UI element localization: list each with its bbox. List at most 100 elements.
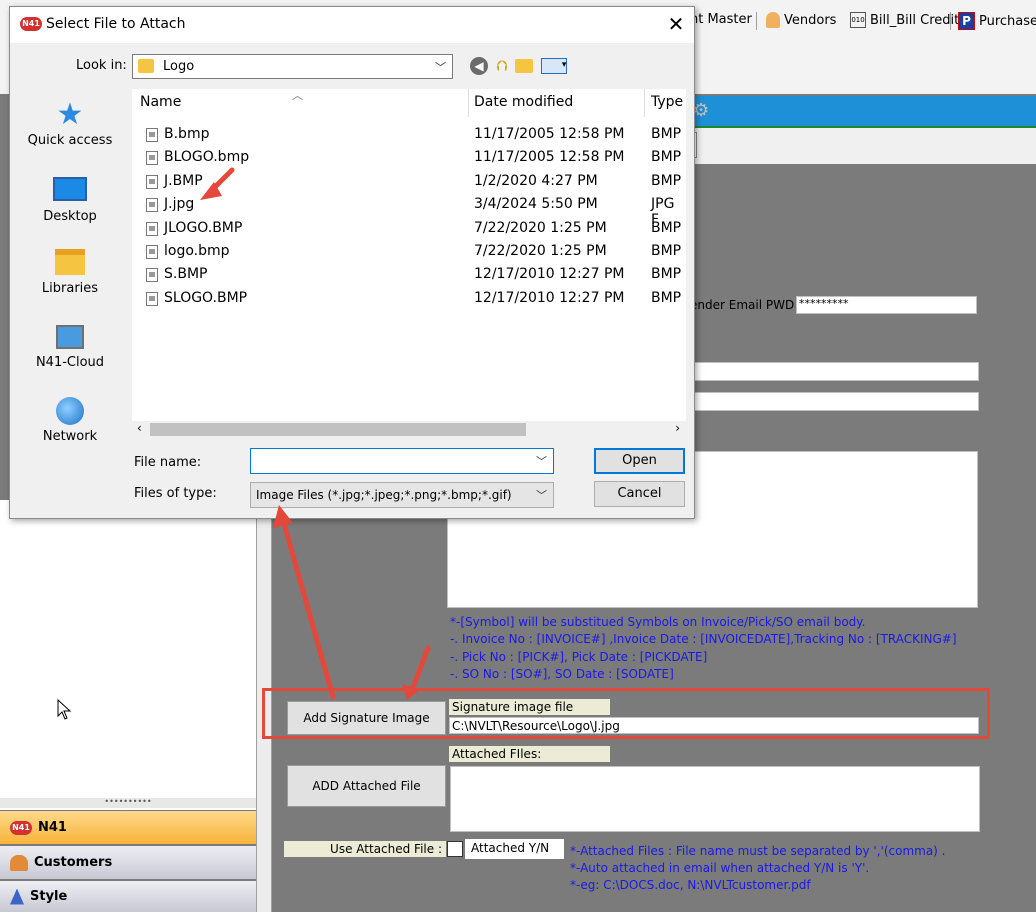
file-type: BMP [651,219,682,236]
gear-icon[interactable]: ⚙ [693,100,717,122]
file-row[interactable]: BLOGO.bmp 11/17/2005 12:58 PM BMP [132,147,686,170]
column-header-date[interactable]: Date modified [474,94,573,110]
file-date: 11/17/2005 12:58 PM [474,126,625,142]
toolbar-item-vendors[interactable]: Vendors [766,12,836,28]
look-in-label: Look in: [76,58,127,73]
places-bar: ★ Quick access Desktop Libraries N41-Clo… [10,89,130,459]
new-folder-icon[interactable] [515,59,534,73]
email-field-2[interactable] [690,392,979,411]
cancel-button[interactable]: Cancel [594,481,685,507]
sub-toolbar [690,128,1036,164]
file-name-label: File name: [134,455,202,470]
nav-item-n41[interactable]: N41 N41 [0,810,256,844]
file-name-input[interactable]: ﹀ [250,448,554,474]
file-row[interactable]: SLOGO.BMP 12/17/2010 12:27 PM BMP [132,288,686,311]
star-icon: ★ [56,97,84,132]
column-separator[interactable] [468,89,469,117]
file-type: BMP [651,289,682,306]
place-label: Desktop [43,209,97,224]
libraries-icon [55,249,85,275]
mouse-cursor-icon [57,699,72,720]
style-icon [10,888,24,905]
annotation-highlight-box [262,688,990,739]
column-header-type[interactable]: Type [651,94,683,110]
toolbar-item-bill[interactable]: 010 Bill_Bill Credit [850,12,959,28]
email-field-1[interactable] [690,362,979,381]
place-network[interactable]: Network [10,397,130,444]
file-date: 12/17/2010 12:27 PM [474,289,625,306]
file-date: 3/4/2024 5:50 PM [474,196,598,213]
attached-files-textarea[interactable] [450,766,980,832]
file-row[interactable]: logo.bmp 7/22/2020 1:25 PM BMP [132,241,686,264]
sender-pwd-field[interactable]: ********* [796,296,977,314]
file-icon [146,128,158,142]
nav-panel [0,500,257,820]
column-header-name[interactable]: Name [140,94,181,110]
file-icon [146,174,158,189]
file-date: 7/22/2020 1:25 PM [474,219,607,236]
toolbar-label: Purchase [979,13,1036,29]
file-row[interactable]: JLOGO.BMP 7/22/2020 1:25 PM BMP [132,218,686,241]
place-n41-cloud[interactable]: N41-Cloud [10,325,130,370]
scroll-right-icon[interactable]: › [675,421,680,435]
customers-icon [10,854,28,871]
n41-logo-icon: N41 [20,17,42,31]
column-separator[interactable] [644,89,645,117]
look-in-dropdown[interactable]: Logo ﹀ [132,54,453,79]
toolbar-item-account-master[interactable]: nt Master [690,12,752,27]
computer-icon [56,325,84,349]
toolbar-label: Bill_Bill Credit [870,12,960,28]
desktop-icon [53,177,87,201]
look-in-value: Logo [163,59,195,74]
file-type-dropdown[interactable]: Image Files (*.jpg;*.jpeg;*.png;*.bmp;*.… [250,482,554,508]
place-desktop[interactable]: Desktop [10,177,130,224]
toolbar-label: Vendors [784,12,837,28]
scrollbar-thumb[interactable] [150,423,526,436]
attached-note-line: *-Auto attached in email when attached Y… [570,861,870,875]
file-name: BLOGO.bmp [164,149,250,166]
file-name: S.BMP [164,266,208,283]
file-list: Name ︿ Date modified Type B.bmp 11/17/200… [132,89,686,438]
file-name: SLOGO.BMP [164,289,248,306]
chevron-down-icon[interactable]: ﹀ [536,453,547,469]
place-label: Libraries [41,281,99,296]
toolbar-label: nt Master [690,12,752,27]
toolbar-item-purchase[interactable]: P Purchase [958,12,1036,30]
file-row[interactable]: J.jpg 3/4/2024 5:50 PM JPG F [132,194,686,228]
nav-item-customers[interactable]: Customers [0,845,256,879]
file-row[interactable]: S.BMP 12/17/2010 12:27 PM BMP [132,264,686,287]
attached-yn-label: Attached Y/N [465,839,564,859]
place-quick-access[interactable]: ★ Quick access [10,97,130,149]
sort-up-icon: ︿ [292,89,303,102]
nav-item-style[interactable]: Style [0,880,256,912]
scroll-left-icon[interactable]: ‹ [137,421,142,435]
file-type: BMP [651,126,682,142]
file-date: 7/22/2020 1:25 PM [474,243,607,259]
up-folder-icon[interactable]: ⮉ [496,57,507,75]
place-label: Quick access [27,133,113,148]
open-button[interactable]: Open [594,448,685,474]
note-line: -. Invoice No : [INVOICE#] ,Invoice Date… [450,632,957,646]
attached-files-label: Attached FIles: [449,746,610,762]
add-attached-file-button[interactable]: ADD Attached File [287,765,446,807]
file-icon [146,245,158,259]
file-type-value: Image Files (*.jpg;*.jpeg;*.png;*.bmp;*.… [256,488,512,502]
horizontal-scrollbar[interactable]: ‹ › [132,421,686,438]
file-row[interactable]: J.BMP 1/2/2020 4:27 PM BMP [132,171,686,194]
back-icon[interactable]: ◀ [470,57,488,75]
purchase-icon: P [958,12,975,30]
nav-grip[interactable]: •••••••••• [0,798,256,808]
close-icon[interactable]: ✕ [664,12,688,36]
file-type: BMP [651,243,682,259]
view-menu-icon[interactable]: ▾ [541,58,568,74]
file-type: BMP [651,266,682,283]
note-line: -. SO No : [SO#], SO Date : [SODATE] [450,667,674,681]
chevron-down-icon: ﹀ [536,487,547,503]
file-name: JLOGO.BMP [164,219,243,236]
file-row[interactable]: B.bmp 11/17/2005 12:58 PM BMP [132,124,686,147]
place-libraries[interactable]: Libraries [10,249,130,296]
attached-note-line: *-eg: C:\DOCS.doc, N:\NVLTcustomer.pdf [570,878,811,892]
toolbar-separator [950,12,951,30]
attached-yn-checkbox[interactable] [447,841,463,857]
module-tab-bar[interactable] [690,96,1036,129]
